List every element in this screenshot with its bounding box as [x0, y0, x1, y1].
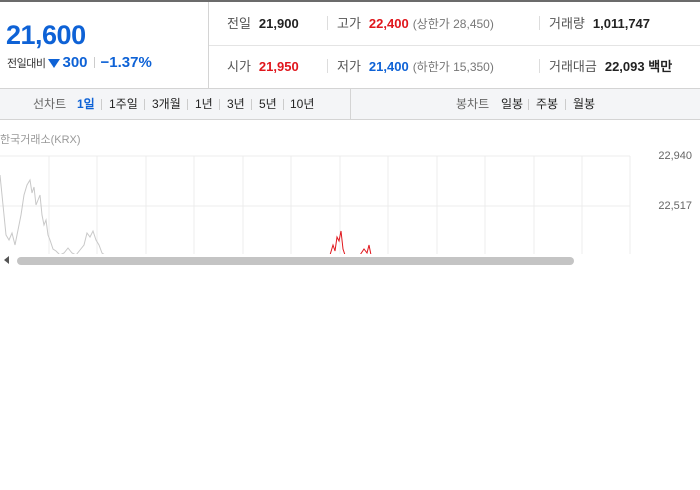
tab-divider	[283, 99, 284, 110]
stat-value: 22,400	[368, 16, 409, 31]
stat-sub: (상한가 28,450)	[412, 17, 494, 31]
stat-low: 저가 21,400 (하한가 15,350)	[337, 45, 494, 88]
horizontal-scrollbar[interactable]	[0, 254, 700, 268]
stat-value: 21,900	[258, 16, 299, 31]
stat-value: 21,400	[368, 59, 409, 74]
change-divider	[93, 57, 95, 68]
tab-weekly[interactable]: 주봉	[536, 89, 558, 119]
stats-grid: 전일 21,900 고가 22,400 (상한가 28,450) 거래량 1,011,7…	[209, 2, 700, 88]
stat-value: 21,950	[258, 59, 299, 74]
price-panel: 21,600 전일대비 300 −1.37%	[0, 2, 209, 88]
tab-divider	[565, 99, 566, 110]
tab-divider	[101, 99, 102, 110]
y-axis-label-mid: 22,517	[658, 200, 692, 212]
stat-divider	[539, 16, 540, 30]
stat-label: 고가	[337, 16, 361, 31]
stat-label: 거래량	[549, 16, 585, 31]
chart-grid	[0, 155, 631, 255]
current-price: 21,600	[6, 20, 86, 50]
change-label: 전일대비	[7, 58, 46, 70]
stats-row-1: 전일 21,900 고가 22,400 (상한가 28,450) 거래량 1,011,7…	[209, 2, 700, 46]
change-percent: −1.37%	[100, 54, 152, 71]
stats-row-2: 시가 21,950 저가 21,400 (하한가 15,350) 거래대금 22,093…	[209, 45, 700, 88]
stat-value: 22,093	[604, 59, 645, 74]
scroll-left-icon[interactable]	[4, 256, 9, 264]
stat-volume: 거래량 1,011,747	[549, 2, 650, 45]
stat-prev-close: 전일 21,900	[227, 2, 299, 45]
price-line-red	[329, 230, 372, 255]
stat-divider	[327, 59, 328, 73]
tab-10y[interactable]: 10년	[290, 89, 314, 119]
change-row: 전일대비 300 −1.37%	[7, 54, 152, 71]
price-line-grey	[0, 174, 106, 255]
stat-label: 거래대금	[549, 59, 597, 74]
quote-summary: 21,600 전일대비 300 −1.37% 전일 21,900 고가 22,400 (상…	[0, 2, 700, 89]
tab-5y[interactable]: 5년	[259, 89, 277, 119]
stat-open: 시가 21,950	[227, 45, 299, 88]
stat-label: 시가	[227, 59, 251, 74]
chart-tab-bar: 선차트 1일 1주일 3개월 1년 3년 5년 10년 봉차트 일봉 주봉 월봉	[0, 89, 700, 120]
line-chart-label: 선차트	[33, 97, 67, 111]
price-chart: 22,940 22,517	[0, 145, 700, 255]
change-value: 300	[62, 54, 88, 71]
stat-divider	[539, 59, 540, 73]
tab-daily[interactable]: 일봉	[501, 89, 523, 119]
chart-svg	[0, 155, 631, 255]
tab-monthly[interactable]: 월봉	[573, 89, 595, 119]
stat-value: 1,011,747	[592, 16, 651, 31]
tab-divider	[528, 99, 529, 110]
tab-1d[interactable]: 1일	[77, 89, 95, 119]
candle-chart-label: 봉차트	[456, 97, 490, 111]
down-triangle-icon	[48, 59, 61, 68]
tab-3m[interactable]: 3개월	[152, 89, 181, 119]
stat-sub: (하한가 15,350)	[412, 60, 494, 74]
tab-divider	[144, 99, 145, 110]
stat-amount: 거래대금 22,093 백만	[549, 45, 672, 88]
tab-group-divider	[350, 89, 351, 119]
stat-high: 고가 22,400 (상한가 28,450)	[337, 2, 494, 45]
tab-divider	[251, 99, 252, 110]
scroll-thumb[interactable]	[17, 257, 574, 265]
stat-label: 전일	[227, 16, 251, 31]
stat-divider	[327, 16, 328, 30]
y-axis-label-top: 22,940	[658, 150, 692, 162]
tab-1w[interactable]: 1주일	[109, 89, 138, 119]
tab-divider	[187, 99, 188, 110]
stat-label: 저가	[337, 59, 361, 74]
stat-unit: 백만	[648, 59, 673, 74]
tab-3y[interactable]: 3년	[227, 89, 245, 119]
tab-divider	[219, 99, 220, 110]
tab-1y[interactable]: 1년	[195, 89, 213, 119]
